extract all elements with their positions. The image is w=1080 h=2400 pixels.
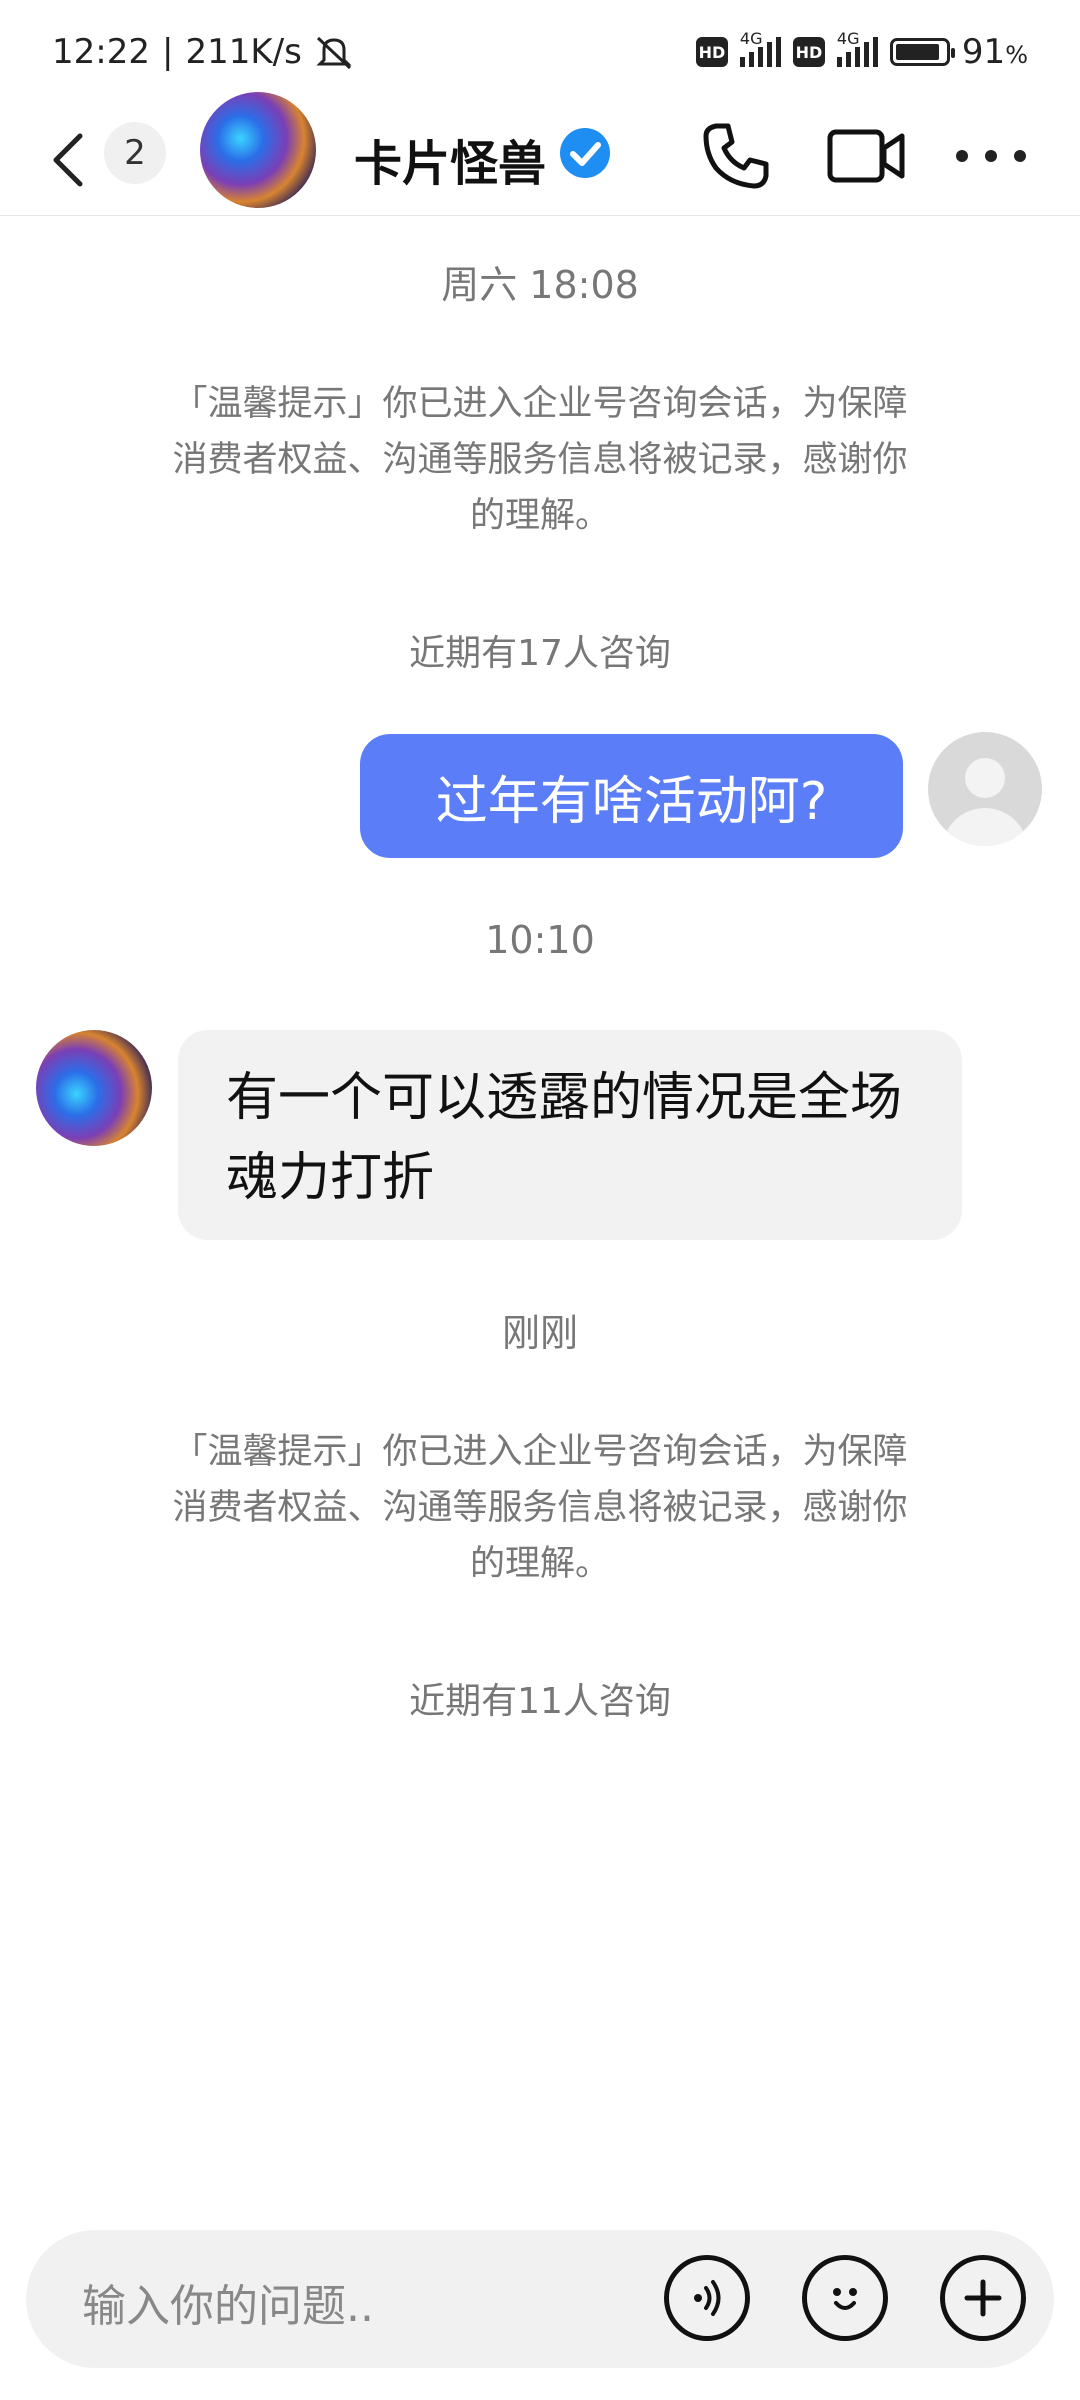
emoji-icon bbox=[833, 2288, 857, 2310]
outgoing-message-bubble[interactable]: 过年有啥活动阿? bbox=[360, 734, 903, 858]
plus-icon bbox=[964, 2279, 1002, 2317]
timestamp-2: 10:10 bbox=[485, 918, 595, 962]
plus-button[interactable] bbox=[940, 2255, 1026, 2341]
chat-header: 2 卡片怪兽 bbox=[0, 92, 1080, 216]
hd-badge-1: HD bbox=[695, 37, 728, 67]
battery-percent: 91% bbox=[961, 32, 1028, 72]
phone-icon[interactable] bbox=[698, 118, 774, 194]
network-type-1: 4G bbox=[739, 29, 763, 48]
emoji-button[interactable] bbox=[802, 2255, 888, 2341]
hd-badge-2: HD bbox=[792, 37, 825, 67]
message-input-bar[interactable]: 输入你的问题.. bbox=[26, 2230, 1054, 2368]
unread-count-badge[interactable]: 2 bbox=[104, 122, 166, 184]
message-input[interactable]: 输入你的问题.. bbox=[82, 2270, 374, 2334]
mute-icon bbox=[316, 36, 352, 70]
voice-icon bbox=[694, 2280, 721, 2316]
more-icon[interactable] bbox=[956, 124, 1026, 188]
system-notice-1: 「温馨提示」你已进入企业号咨询会话，为保障消费者权益、沟通等服务信息将被记录，感… bbox=[172, 384, 908, 536]
timestamp-3: 刚刚 bbox=[501, 1311, 578, 1355]
consult-count-1: 近期有17人咨询 bbox=[409, 633, 671, 674]
network-type-2: 4G bbox=[836, 29, 860, 48]
status-left: 12:22 | 211K/s bbox=[52, 32, 354, 72]
status-time: 12:22 bbox=[52, 32, 150, 72]
back-icon bbox=[53, 133, 83, 187]
bot-avatar[interactable] bbox=[36, 1030, 152, 1146]
chat-screen: 12:22 | 211K/s HD 4G HD 4G 91% 2 卡片怪兽 周六… bbox=[0, 0, 1080, 2400]
network-speed: 211K/s bbox=[185, 32, 302, 72]
voice-button[interactable] bbox=[664, 2255, 750, 2341]
contact-avatar[interactable] bbox=[200, 92, 316, 208]
timestamp-1: 周六 18:08 bbox=[441, 263, 639, 307]
battery-icon bbox=[889, 38, 955, 66]
status-right: HD 4G HD 4G 91% bbox=[695, 29, 1028, 72]
signal-icon-1: 4G bbox=[739, 29, 781, 67]
system-notice-2: 「温馨提示」你已进入企业号咨询会话，为保障消费者权益、沟通等服务信息将被记录，感… bbox=[172, 1432, 908, 1584]
user-avatar[interactable] bbox=[928, 732, 1042, 846]
signal-icon-2: 4G bbox=[836, 29, 878, 67]
contact-name[interactable]: 卡片怪兽 bbox=[354, 124, 546, 194]
incoming-message-bubble[interactable]: 有一个可以透露的情况是全场魂力打折 bbox=[178, 1030, 962, 1240]
verified-icon bbox=[560, 128, 610, 178]
consult-count-2: 近期有11人咨询 bbox=[409, 1681, 671, 1722]
video-icon[interactable] bbox=[826, 124, 906, 188]
status-bar: 12:22 | 211K/s HD 4G HD 4G 91% bbox=[0, 0, 1080, 104]
status-divider: | bbox=[161, 32, 174, 72]
back-button[interactable] bbox=[50, 122, 110, 198]
